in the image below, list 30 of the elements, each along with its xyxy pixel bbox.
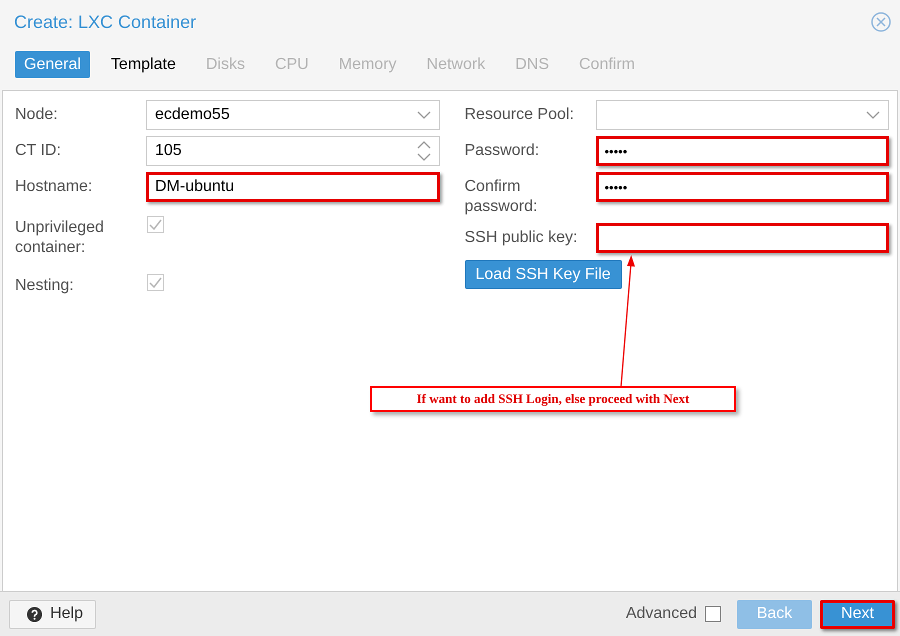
- field-label: Unprivileged container:: [15, 218, 105, 258]
- field-label: Password:: [464, 141, 540, 161]
- field-label: CT ID:: [15, 141, 62, 161]
- tab[interactable]: Template: [102, 51, 185, 78]
- input-field[interactable]: DM-ubuntu: [146, 172, 440, 202]
- input-field[interactable]: [596, 223, 889, 253]
- advanced-label: Advanced: [626, 605, 697, 623]
- field-label: Nesting:: [15, 276, 75, 296]
- help-icon: [27, 606, 42, 622]
- field-label: Node:: [15, 105, 59, 125]
- window-title: Create: LXC Container: [14, 12, 196, 32]
- dropdown-field[interactable]: ecdemo55: [146, 100, 440, 130]
- dropdown-field[interactable]: [596, 100, 889, 130]
- wizard-button[interactable]: Next: [820, 600, 895, 628]
- chevron-down-icon[interactable]: [866, 111, 880, 119]
- checkbox[interactable]: [705, 606, 721, 622]
- password-field[interactable]: •••••: [596, 136, 889, 166]
- help-button[interactable]: Help: [9, 600, 96, 628]
- field-label: Resource Pool:: [464, 105, 575, 125]
- annotation-callout: If want to add SSH Login, else proceed with Next: [370, 386, 736, 412]
- chevron-down-icon[interactable]: [416, 111, 430, 119]
- close-icon[interactable]: [871, 12, 891, 32]
- password-field[interactable]: •••••: [596, 172, 889, 202]
- field-label: Confirm password:: [464, 177, 538, 217]
- spinner-arrows-icon[interactable]: [416, 140, 430, 162]
- tab[interactable]: General: [15, 51, 90, 78]
- field-label: Hostname:: [15, 177, 94, 197]
- load-ssh-key-button[interactable]: Load SSH Key File: [464, 260, 622, 289]
- field-label: SSH public key:: [464, 228, 578, 248]
- number-field[interactable]: 105: [146, 136, 440, 166]
